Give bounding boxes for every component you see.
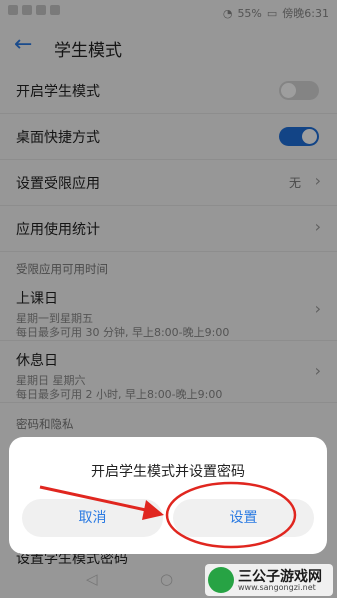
android-robot-icon [208,567,234,593]
watermark-url: www.sangongzi.net [238,583,316,592]
set-button[interactable]: 设置 [173,499,314,537]
cancel-button[interactable]: 取消 [22,499,163,537]
watermark-logo: 三公子游戏网 www.sangongzi.net [205,564,333,596]
confirm-dialog: 开启学生模式并设置密码 取消 设置 [9,437,327,554]
dialog-message: 开启学生模式并设置密码 [91,464,245,480]
